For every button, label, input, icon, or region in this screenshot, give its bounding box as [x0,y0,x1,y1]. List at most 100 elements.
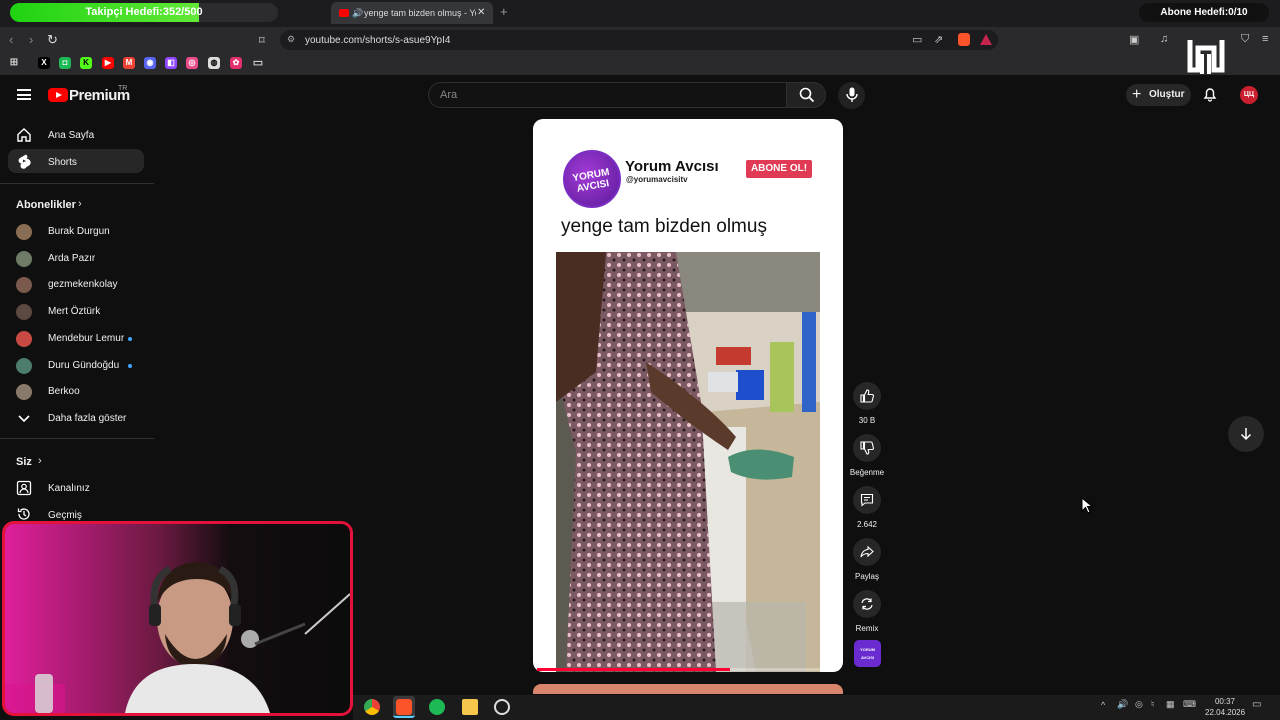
subscribe-badge-overlay: ABONE OL! [746,160,812,178]
notifications-bell-icon[interactable] [1202,86,1218,102]
keyboard-icon[interactable]: ⌨ [1183,699,1196,710]
sidebar-item-subscription[interactable]: Burak Durgun [48,226,110,237]
bookmark-green-icon[interactable]: ◘ [59,57,71,69]
like-button[interactable] [853,382,881,410]
close-tab-icon[interactable]: ✕ [477,2,485,24]
bookmark-white-icon[interactable]: ◍ [208,57,220,69]
sidebar-item-subscription[interactable]: Arda Pazır [48,253,95,264]
obs-taskbar-icon[interactable] [494,699,510,715]
remix-button[interactable] [853,590,881,618]
mic-tray-icon[interactable]: ♮ [1151,699,1154,710]
you-section-title[interactable]: Siz [16,456,32,468]
spotify-taskbar-icon[interactable] [429,699,445,715]
folder-icon[interactable]: ▭ [252,57,264,69]
chevron-down-icon[interactable] [16,410,32,426]
microphone-icon [846,87,858,102]
subscription-avatar [16,384,32,401]
home-icon [17,128,31,142]
youtube-favicon-icon [339,9,349,17]
network-icon[interactable]: ▦ [1166,699,1175,710]
cast-icon[interactable]: ▭ [912,33,922,46]
avatar-text: YORUM AVCISI [571,166,611,195]
sidebar-item-subscription[interactable]: Duru Gündoğdu [48,360,119,371]
twitch-bookmark-icon[interactable]: ◧ [165,57,177,69]
subscriptions-title[interactable]: Abonelikler [16,199,76,211]
bookmark-pink-icon[interactable]: ◎ [186,57,198,69]
remix-label: Remix [855,624,879,633]
follower-goal-bar: Takipçi Hedefi:352/500 [10,3,278,22]
chrome-taskbar-icon[interactable] [364,699,380,715]
youtube-bookmark-icon[interactable]: ▶ [102,57,114,69]
gmail-bookmark-icon[interactable]: M [123,57,135,69]
sidebar-item-subscription[interactable]: Mert Öztürk [48,306,100,317]
remix-icon [861,598,873,610]
thumbs-up-icon [860,389,874,403]
brave-taskbar-icon [396,699,412,715]
forward-icon[interactable]: › [29,32,33,47]
share-icon [860,545,874,558]
next-short-button[interactable] [1228,416,1264,452]
brave-shield-icon[interactable] [958,33,970,46]
sidebar-item-your-channel[interactable]: Kanalınız [48,483,90,494]
tray-app-icon[interactable]: ◎ [1135,699,1143,710]
voice-search-button[interactable] [838,82,865,109]
video-caption: yenge tam bizden olmuş [561,216,767,237]
apps-grid-icon[interactable]: ⊞ [8,57,20,69]
site-info-icon[interactable]: ⚙ [287,34,295,45]
new-tab-button[interactable]: + [500,4,508,19]
share-page-icon[interactable]: ⇗ [934,33,943,46]
region-code: TR [118,85,128,92]
like-count: 30 B [858,416,876,425]
webcam-overlay [2,521,353,716]
clock-date: 22.04.2026 [1205,708,1246,717]
clock-time: 00:37 [1214,697,1236,706]
sidebar-item-subscription[interactable]: gezmekenkolay [48,279,117,290]
video-progress-bar[interactable] [537,668,730,671]
share-button[interactable] [853,538,881,566]
create-button[interactable]: + Oluştur [1126,84,1191,106]
your-channel-icon [16,480,32,496]
reload-icon[interactable]: ↻ [47,32,58,48]
show-more-link[interactable]: Daha fazla göster [48,413,126,424]
sidebar-item-subscription[interactable]: Mendebur Lemur [48,333,124,344]
subscription-avatar [16,357,32,374]
dislike-button[interactable] [853,434,881,462]
thumbs-down-icon [860,441,874,455]
menu-icon[interactable]: ≡ [1262,33,1268,45]
chevron-right-icon[interactable]: › [38,455,42,467]
bookmark-red-icon[interactable]: ✿ [230,57,242,69]
video-frame[interactable] [556,252,820,672]
search-button[interactable] [786,82,826,108]
volume-icon[interactable]: 🔊 [1117,699,1128,710]
sidebar-toggle-icon[interactable]: ▣ [1129,33,1139,46]
discord-bookmark-icon[interactable]: ◉ [144,57,156,69]
x-bookmark-icon[interactable]: X [38,57,50,69]
subscription-avatar [16,224,32,240]
browser-tab-active[interactable]: 🔊 yenge tam bizden olmuş - YouTube ✕ [331,2,493,24]
guide-menu-icon[interactable] [17,89,31,100]
share-label: Paylaş [854,572,879,581]
taskbar-clock[interactable]: 00:37 22.04.2026 [1205,696,1245,718]
youtube-logo-icon[interactable] [48,88,68,102]
vpn-icon[interactable]: ⛉ [1241,33,1249,46]
kick-bookmark-icon[interactable]: K [80,57,92,69]
back-icon[interactable]: ‹ [9,32,13,47]
comments-button[interactable] [853,486,881,514]
search-input[interactable] [428,82,786,108]
subscription-avatar [16,277,32,294]
tray-overflow-icon[interactable]: ^ [1101,700,1105,710]
next-short-preview[interactable] [533,684,843,694]
account-avatar[interactable]: ЦЦ [1240,86,1258,104]
sidebar-item-history[interactable]: Geçmiş [48,510,82,521]
brave-rewards-icon[interactable] [980,34,992,45]
media-icon[interactable]: ♫ [1160,33,1168,45]
file-explorer-taskbar-icon[interactable] [462,699,478,715]
comment-icon [860,493,874,507]
notification-center-icon[interactable]: ▭ [1252,699,1261,710]
sidebar-item-subscription[interactable]: Berkoo [48,386,80,397]
bookmark-icon[interactable]: ⌑ [259,34,265,47]
sidebar-divider [0,438,154,439]
dislike-label: Beğenme [849,468,885,477]
chevron-right-icon[interactable]: › [78,198,82,210]
sound-thumbnail[interactable]: YORUM AVCISI [854,640,881,667]
